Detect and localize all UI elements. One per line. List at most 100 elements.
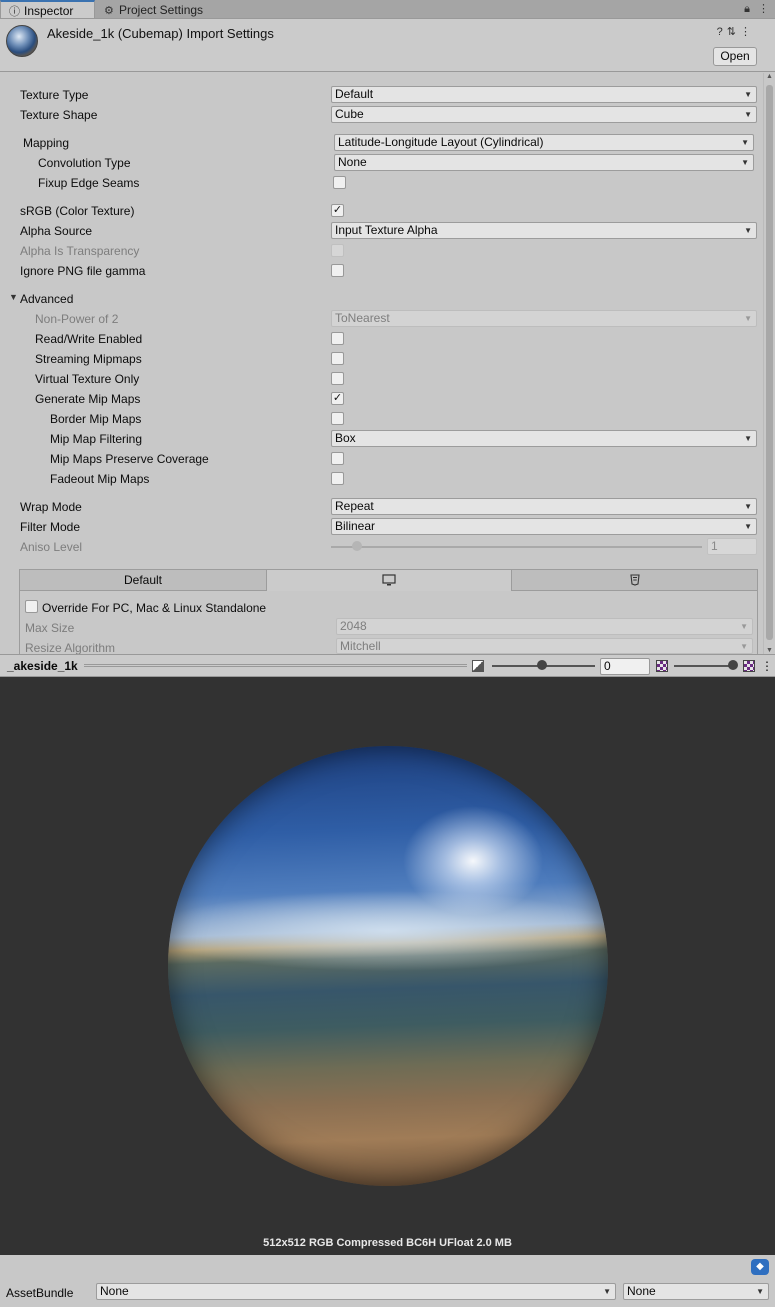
chevron-down-icon: ▼ xyxy=(744,434,752,443)
tag-icon[interactable]: ◆ xyxy=(751,1259,769,1275)
foldout-arrow-icon[interactable]: ▼ xyxy=(9,292,18,302)
filter-mode-row: Filter Mode Bilinear ▼ xyxy=(0,517,760,537)
preview-drag-handle[interactable] xyxy=(84,664,467,667)
override-checkbox[interactable] xyxy=(25,600,38,613)
non-power-of-2-value: ToNearest xyxy=(335,311,390,325)
mapping-value: Latitude-Longitude Layout (Cylindrical) xyxy=(338,135,544,149)
generate-mips-checkbox[interactable]: ✓ xyxy=(331,392,344,405)
max-size-value: 2048 xyxy=(340,619,367,633)
advanced-label[interactable]: Advanced xyxy=(20,292,73,306)
alpha-source-row: Alpha Source Input Texture Alpha ▼ xyxy=(0,221,760,241)
preview-toolbar: _akeside_1k 0 ⋮ xyxy=(0,654,775,677)
virtual-texture-checkbox[interactable] xyxy=(331,372,344,385)
mapping-row: Mapping Latitude-Longitude Layout (Cylin… xyxy=(0,133,760,153)
more-icon[interactable]: ⋮ xyxy=(761,660,773,672)
aniso-level-field: 1 xyxy=(707,538,757,555)
fixup-edge-seams-row: Fixup Edge Seams xyxy=(0,173,760,193)
assetbundle-name-dropdown[interactable]: None ▼ xyxy=(96,1283,616,1300)
convolution-type-value: None xyxy=(338,155,367,169)
alpha-checker-icon[interactable] xyxy=(743,660,755,672)
tab-inspector[interactable]: ⓘ Inspector xyxy=(0,0,95,18)
texture-type-dropdown[interactable]: Default ▼ xyxy=(331,86,757,103)
ignore-png-gamma-checkbox[interactable] xyxy=(331,264,344,277)
chevron-down-icon: ▼ xyxy=(744,90,752,99)
mapping-dropdown[interactable]: Latitude-Longitude Layout (Cylindrical) ▼ xyxy=(334,134,754,151)
non-power-of-2-row: Non-Power of 2 ToNearest ▼ xyxy=(0,309,760,329)
chevron-down-icon: ▼ xyxy=(756,1287,764,1296)
mip-preserve-coverage-row: Mip Maps Preserve Coverage xyxy=(0,449,760,469)
texture-shape-label: Texture Shape xyxy=(20,108,98,122)
chevron-down-icon: ▼ xyxy=(741,158,749,167)
wrap-mode-dropdown[interactable]: Repeat ▼ xyxy=(331,498,757,515)
chevron-down-icon: ▼ xyxy=(744,522,752,531)
advanced-foldout[interactable]: ▼ Advanced xyxy=(0,289,760,309)
convolution-type-row: Convolution Type None ▼ xyxy=(0,153,760,173)
convolution-type-dropdown[interactable]: None ▼ xyxy=(334,154,754,171)
cubemap-sphere-preview[interactable] xyxy=(168,746,608,1186)
chevron-down-icon: ▼ xyxy=(744,502,752,511)
aniso-level-row: Aniso Level 1 xyxy=(0,537,760,557)
html5-icon xyxy=(629,574,640,586)
mip-filtering-label: Mip Map Filtering xyxy=(50,432,143,446)
exposure-slider-knob[interactable] xyxy=(537,660,547,670)
tab-inspector-label: Inspector xyxy=(24,4,74,18)
fadeout-mips-row: Fadeout Mip Maps xyxy=(0,469,760,489)
presets-icon[interactable]: ⇅ xyxy=(727,26,736,38)
mip-slider-knob[interactable] xyxy=(728,660,738,670)
platform-tab-webgl[interactable] xyxy=(512,570,757,591)
scroll-up-icon[interactable]: ▲ xyxy=(766,73,773,80)
alpha-source-dropdown[interactable]: Input Texture Alpha ▼ xyxy=(331,222,757,239)
checker-icon[interactable] xyxy=(656,660,668,672)
mip-level-field[interactable]: 0 xyxy=(600,658,650,675)
ignore-png-gamma-row: Ignore PNG file gamma xyxy=(0,261,760,281)
filter-mode-value: Bilinear xyxy=(335,519,376,533)
override-label: Override For PC, Mac & Linux Standalone xyxy=(42,601,267,615)
border-mips-checkbox[interactable] xyxy=(331,412,344,425)
wrap-mode-row: Wrap Mode Repeat ▼ xyxy=(0,497,760,517)
fadeout-mips-checkbox[interactable] xyxy=(331,472,344,485)
texture-shape-dropdown[interactable]: Cube ▼ xyxy=(331,106,757,123)
platform-tab-standalone[interactable] xyxy=(266,570,512,591)
streaming-mipmaps-checkbox[interactable] xyxy=(331,352,344,365)
resize-algorithm-value: Mitchell xyxy=(340,639,381,653)
generate-mips-label: Generate Mip Maps xyxy=(35,392,141,406)
aniso-level-label: Aniso Level xyxy=(20,540,83,554)
wrap-mode-value: Repeat xyxy=(335,499,374,513)
fixup-edge-seams-checkbox[interactable] xyxy=(333,176,346,189)
mip-preserve-coverage-checkbox[interactable] xyxy=(331,452,344,465)
fadeout-mips-label: Fadeout Mip Maps xyxy=(50,472,150,486)
inspector-scrollbar[interactable]: ▲ ▼ xyxy=(763,73,775,654)
read-write-checkbox[interactable] xyxy=(331,332,344,345)
mip-slider-track[interactable] xyxy=(674,665,736,667)
lock-icon[interactable]: 🔒︎ xyxy=(744,3,750,15)
scroll-down-icon[interactable]: ▼ xyxy=(766,647,773,654)
texture-info-label: 512x512 RGB Compressed BC6H UFloat 2.0 M… xyxy=(263,1237,512,1249)
more-icon[interactable]: ⋮ xyxy=(758,3,769,15)
alpha-is-transparency-row: Alpha Is Transparency xyxy=(0,241,760,261)
open-button[interactable]: Open xyxy=(713,47,757,66)
alpha-source-label: Alpha Source xyxy=(20,224,93,238)
filter-mode-label: Filter Mode xyxy=(20,520,81,534)
streaming-mipmaps-label: Streaming Mipmaps xyxy=(35,352,142,366)
monitor-icon xyxy=(382,574,396,586)
aniso-slider-knob xyxy=(352,541,362,551)
srgb-checkbox[interactable]: ✓ xyxy=(331,204,344,217)
help-icon[interactable]: ? xyxy=(717,26,723,38)
tab-bar-controls: 🔒︎ ⋮ xyxy=(736,2,769,16)
platform-settings-panel: Override For PC, Mac & Linux Standalone … xyxy=(19,591,758,655)
scrollbar-thumb[interactable] xyxy=(766,85,773,640)
platform-tab-default[interactable]: Default xyxy=(20,570,266,591)
mip-filtering-row: Mip Map Filtering Box ▼ xyxy=(0,429,760,449)
fixup-edge-seams-label: Fixup Edge Seams xyxy=(38,176,140,190)
assetbundle-variant-dropdown[interactable]: None ▼ xyxy=(623,1283,769,1300)
exposure-icon[interactable] xyxy=(472,660,484,672)
virtual-texture-label: Virtual Texture Only xyxy=(35,372,140,386)
border-mips-row: Border Mip Maps xyxy=(0,409,760,429)
assetbundle-name-value: None xyxy=(100,1284,129,1298)
mip-filtering-dropdown[interactable]: Box ▼ xyxy=(331,430,757,447)
chevron-down-icon: ▼ xyxy=(740,622,748,631)
non-power-of-2-dropdown: ToNearest ▼ xyxy=(331,310,757,327)
tab-project-settings[interactable]: ⚙ Project Settings xyxy=(96,1,216,19)
filter-mode-dropdown[interactable]: Bilinear ▼ xyxy=(331,518,757,535)
more-icon[interactable]: ⋮ xyxy=(740,26,751,38)
